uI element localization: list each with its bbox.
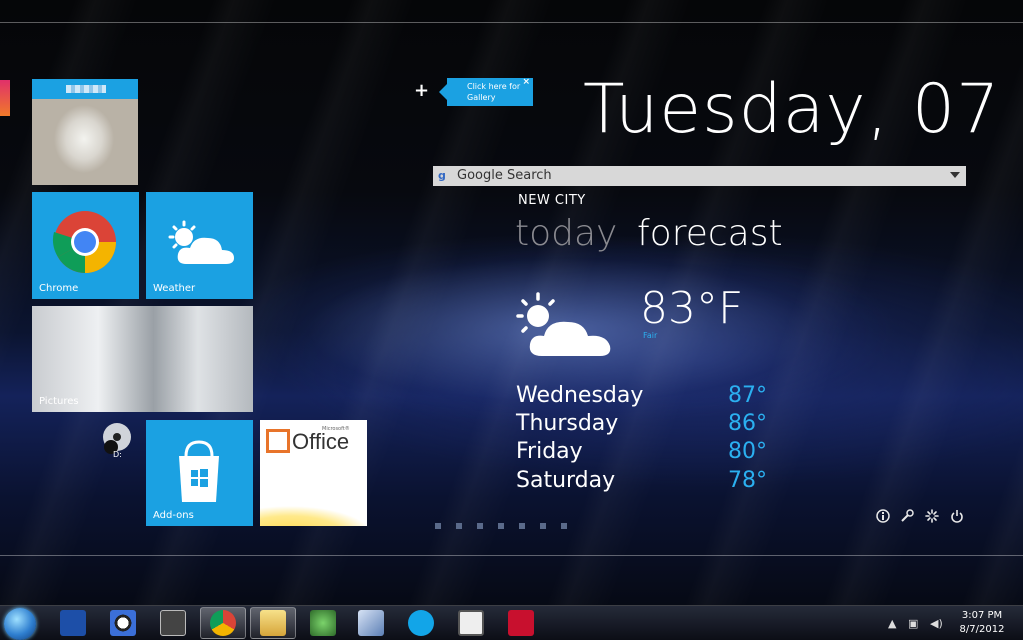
page-dot[interactable] bbox=[435, 523, 441, 529]
office-tile[interactable]: Microsoft® Office bbox=[260, 420, 367, 526]
start-accent-bar bbox=[0, 80, 10, 116]
add-plus-button[interactable]: + bbox=[414, 80, 429, 101]
forecast-row: Thursday 86° bbox=[516, 411, 776, 439]
weather-tile[interactable]: Weather bbox=[146, 192, 253, 299]
top-divider bbox=[0, 22, 1023, 23]
power-icon[interactable] bbox=[950, 509, 964, 523]
taskbar-clock[interactable]: 3:07 PM 8/7/2012 bbox=[958, 609, 1006, 637]
page-dot[interactable] bbox=[561, 523, 567, 529]
page-dot[interactable] bbox=[540, 523, 546, 529]
current-condition: Fair bbox=[643, 331, 658, 340]
chrome-tile[interactable]: Chrome bbox=[32, 192, 139, 299]
date-heading: Tuesday, 07 bbox=[583, 70, 1001, 149]
project64-icon[interactable] bbox=[508, 610, 534, 636]
desktop-drive-icon[interactable]: D: bbox=[100, 422, 134, 462]
blurred-user-name bbox=[66, 85, 106, 93]
office-logo-icon bbox=[266, 429, 290, 453]
forecast-row: Saturday 78° bbox=[516, 468, 776, 496]
photo-tile[interactable] bbox=[32, 79, 138, 185]
balloon-arrow bbox=[439, 84, 447, 100]
taskbar bbox=[0, 605, 1023, 640]
skype-icon[interactable] bbox=[408, 610, 434, 636]
wrench-icon[interactable] bbox=[900, 509, 914, 523]
addons-tile[interactable]: Add-ons bbox=[146, 420, 253, 526]
forecast-row: Wednesday 87° bbox=[516, 383, 776, 411]
forecast-day: Friday bbox=[516, 439, 583, 464]
office-label: Office bbox=[292, 429, 350, 454]
office-swoosh bbox=[260, 466, 366, 526]
paint-icon[interactable] bbox=[358, 610, 384, 636]
weather-tile-label: Weather bbox=[153, 283, 196, 294]
forecast-day: Thursday bbox=[516, 411, 619, 436]
chrome-tile-label: Chrome bbox=[39, 283, 79, 294]
drive-label: D: bbox=[113, 450, 122, 459]
weather-sun-cloud-icon bbox=[516, 292, 611, 356]
close-icon[interactable]: × bbox=[522, 77, 530, 88]
calculator-icon[interactable] bbox=[458, 610, 484, 636]
search-label: Google Search bbox=[457, 168, 552, 183]
pictures-tile-label: Pictures bbox=[39, 396, 79, 407]
word-icon[interactable] bbox=[60, 610, 86, 636]
chrome-taskbar-icon[interactable] bbox=[210, 610, 236, 636]
info-icon[interactable] bbox=[876, 509, 890, 523]
photo-tile-header bbox=[32, 79, 138, 99]
gallery-hint-balloon[interactable]: Click here for Gallery × bbox=[439, 77, 533, 106]
forecast-temp: 78° bbox=[728, 468, 767, 493]
forecast-day: Saturday bbox=[516, 468, 616, 493]
volume-icon[interactable]: ◀) bbox=[930, 617, 943, 630]
forecast-tab[interactable]: forecast bbox=[637, 213, 783, 254]
page-dot[interactable] bbox=[519, 523, 525, 529]
page-dot[interactable] bbox=[456, 523, 462, 529]
forecast-temp: 87° bbox=[728, 383, 767, 408]
today-tab[interactable]: today bbox=[515, 213, 617, 254]
loading-icon[interactable] bbox=[925, 509, 939, 523]
forecast-day: Wednesday bbox=[516, 383, 644, 408]
monitor-icon[interactable] bbox=[160, 610, 186, 636]
bottom-divider bbox=[0, 555, 1023, 556]
network-icon[interactable]: ▣ bbox=[908, 617, 918, 630]
page-dot[interactable] bbox=[477, 523, 483, 529]
forecast-temp: 80° bbox=[728, 439, 767, 464]
forecast-row: Friday 80° bbox=[516, 439, 776, 467]
page-indicator bbox=[435, 514, 582, 533]
chevron-down-icon[interactable] bbox=[950, 172, 960, 178]
show-hidden-icons-icon[interactable]: ▲ bbox=[888, 617, 896, 630]
folder-icon[interactable] bbox=[260, 610, 286, 636]
weather-city: NEW CITY bbox=[518, 193, 586, 208]
google-search-bar[interactable]: g Google Search bbox=[433, 166, 966, 186]
forecast-temp: 86° bbox=[728, 411, 767, 436]
start-button[interactable] bbox=[4, 608, 36, 640]
plant-icon[interactable] bbox=[310, 610, 336, 636]
clock-time: 3:07 PM bbox=[961, 610, 1003, 621]
clock-date: 8/7/2012 bbox=[959, 624, 1005, 635]
google-icon: g bbox=[438, 169, 446, 182]
addons-tile-label: Add-ons bbox=[153, 510, 194, 521]
pictures-tile[interactable]: Pictures bbox=[32, 306, 253, 412]
current-temperature: 83°F bbox=[640, 283, 744, 334]
dog-photo bbox=[32, 99, 138, 185]
page-dot[interactable] bbox=[498, 523, 504, 529]
panda-icon[interactable] bbox=[110, 610, 136, 636]
